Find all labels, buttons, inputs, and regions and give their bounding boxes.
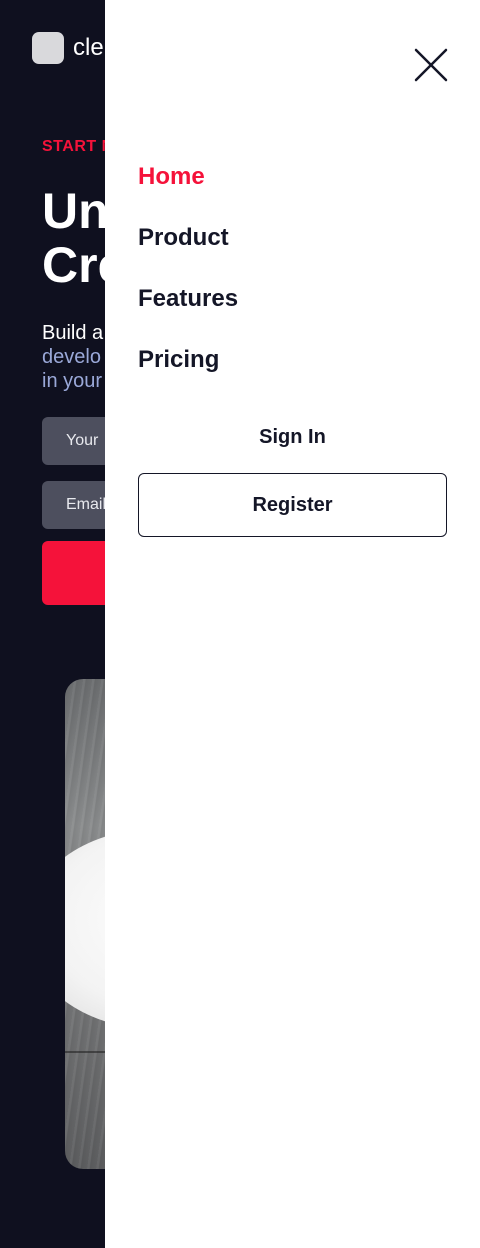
register-button[interactable]: Register [138,473,447,537]
brand-name[interactable]: cle [73,34,104,62]
hero-subtitle-line: Build a [42,322,104,344]
nav-link-pricing[interactable]: Pricing [138,344,238,376]
nav-item-features: Features [138,283,238,344]
nav-link-home[interactable]: Home [138,161,238,193]
hero-subtitle: Build a develo in your [42,321,103,393]
nav-item-home: Home [138,161,238,222]
nav-link-features[interactable]: Features [138,283,238,315]
logo-icon[interactable] [32,32,64,64]
hero-eyebrow: START N [42,138,114,155]
hero-subtitle-line: in your [42,370,103,392]
sign-in-link[interactable]: Sign In [138,422,447,452]
mobile-nav: Home Product Features Pricing [138,161,238,405]
hero-subtitle-line: develo [42,346,101,368]
page: cle START N Un Cre Build a develo in you… [0,0,480,1248]
close-icon [414,48,448,82]
close-menu-button[interactable] [413,47,449,83]
nav-item-product: Product [138,222,238,283]
nav-link-product[interactable]: Product [138,222,238,254]
nav-item-pricing: Pricing [138,344,238,405]
mobile-menu-drawer: Home Product Features Pricing Sign In Re… [105,0,480,1248]
